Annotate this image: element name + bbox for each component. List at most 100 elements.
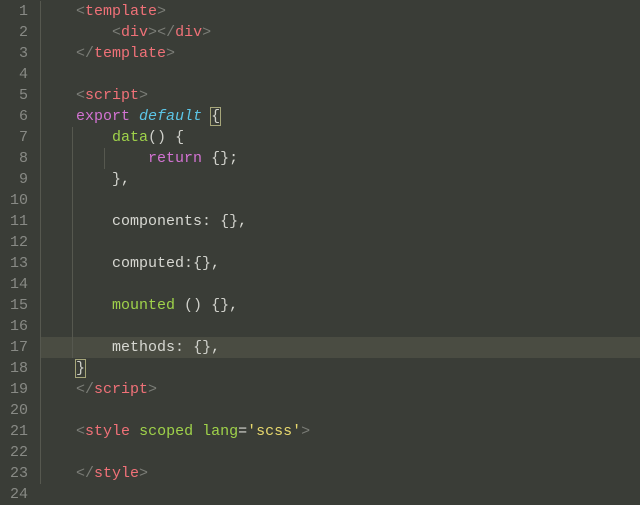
token-gray: </ <box>76 381 94 398</box>
token-tag: style <box>85 423 130 440</box>
line-number: 3 <box>8 43 28 64</box>
code-line[interactable]: <script> <box>40 85 640 106</box>
line-number: 12 <box>8 232 28 253</box>
token-storage: default <box>139 108 202 125</box>
token-white <box>40 87 76 104</box>
token-punc: () <box>148 129 166 146</box>
line-number: 17 <box>8 337 28 358</box>
code-line[interactable]: methods: {}, <box>40 337 640 358</box>
code-line[interactable] <box>40 400 640 421</box>
bracket-match: { <box>210 107 221 126</box>
line-number: 8 <box>8 148 28 169</box>
token-gray: < <box>76 423 85 440</box>
token-punc: {} <box>211 297 229 314</box>
code-line[interactable]: <div></div> <box>40 22 640 43</box>
token-white <box>130 108 139 125</box>
token-gray: < <box>76 87 85 104</box>
token-tag: template <box>85 3 157 20</box>
token-funcdef: data <box>112 129 148 146</box>
code-line[interactable]: <style scoped lang='scss'> <box>40 421 640 442</box>
token-gray: > <box>166 45 175 62</box>
line-number: 10 <box>8 190 28 211</box>
code-line[interactable]: }, <box>40 169 640 190</box>
code-line[interactable] <box>40 442 640 463</box>
line-number: 1 <box>8 1 28 22</box>
indent-guide <box>104 148 105 169</box>
line-number: 11 <box>8 211 28 232</box>
indent-guide <box>40 274 41 295</box>
line-number: 23 <box>8 463 28 484</box>
token-punc: { <box>175 129 184 146</box>
indent-guide <box>72 295 73 316</box>
code-line[interactable]: export default { <box>40 106 640 127</box>
token-prop: methods <box>112 339 175 356</box>
token-punc: : <box>175 339 184 356</box>
token-punc: :{} <box>184 255 211 272</box>
token-white <box>40 3 76 20</box>
line-number: 6 <box>8 106 28 127</box>
line-number: 2 <box>8 22 28 43</box>
line-number-gutter: 123456789101112131415161718192021222324 <box>0 0 40 505</box>
indent-guide <box>40 148 41 169</box>
code-line[interactable]: computed:{}, <box>40 253 640 274</box>
token-white <box>40 213 112 230</box>
line-number: 21 <box>8 421 28 442</box>
token-string: 'scss' <box>247 423 301 440</box>
code-line[interactable]: components: {}, <box>40 211 640 232</box>
indent-guide <box>40 421 41 442</box>
code-line[interactable] <box>40 316 640 337</box>
indent-guide <box>72 190 73 211</box>
indent-guide <box>40 358 41 379</box>
line-number: 16 <box>8 316 28 337</box>
token-gray: > <box>148 24 157 41</box>
token-gray: </ <box>76 45 94 62</box>
token-gray: > <box>202 24 211 41</box>
indent-guide <box>72 232 73 253</box>
token-white <box>40 171 112 188</box>
code-line[interactable] <box>40 64 640 85</box>
token-white <box>193 423 202 440</box>
token-gray: < <box>76 3 85 20</box>
code-line[interactable]: </script> <box>40 379 640 400</box>
indent-guide <box>40 400 41 421</box>
code-line[interactable]: </template> <box>40 43 640 64</box>
indent-guide <box>40 169 41 190</box>
code-line[interactable]: } <box>40 358 640 379</box>
code-line[interactable] <box>40 232 640 253</box>
code-line[interactable]: <template> <box>40 1 640 22</box>
line-number: 13 <box>8 253 28 274</box>
code-line[interactable]: </style> <box>40 463 640 484</box>
code-editor[interactable]: <template> <div></div> </template> <scri… <box>40 0 640 505</box>
token-white <box>40 45 76 62</box>
indent-guide <box>40 64 41 85</box>
token-tag: template <box>94 45 166 62</box>
indent-guide <box>40 337 41 358</box>
indent-guide <box>72 253 73 274</box>
indent-guide <box>40 85 41 106</box>
code-line[interactable] <box>40 274 640 295</box>
token-white <box>166 129 175 146</box>
token-attr: lang <box>202 423 238 440</box>
indent-guide <box>40 190 41 211</box>
indent-guide <box>72 316 73 337</box>
code-line[interactable] <box>40 190 640 211</box>
line-number: 7 <box>8 127 28 148</box>
token-prop: , <box>121 171 130 188</box>
token-prop: = <box>238 423 247 440</box>
code-line[interactable] <box>40 484 640 505</box>
token-punc: () <box>184 297 202 314</box>
indent-guide <box>40 295 41 316</box>
code-line[interactable]: return {}; <box>40 148 640 169</box>
token-keyword: export <box>76 108 130 125</box>
indent-guide <box>40 106 41 127</box>
code-line[interactable]: mounted () {}, <box>40 295 640 316</box>
line-number: 20 <box>8 400 28 421</box>
indent-guide <box>40 463 41 484</box>
token-prop: components <box>112 213 202 230</box>
indent-guide <box>72 148 73 169</box>
token-white <box>202 150 211 167</box>
indent-guide <box>40 43 41 64</box>
code-line[interactable]: data() { <box>40 127 640 148</box>
token-funcdef: mounted <box>112 297 175 314</box>
token-prop: , <box>211 339 220 356</box>
